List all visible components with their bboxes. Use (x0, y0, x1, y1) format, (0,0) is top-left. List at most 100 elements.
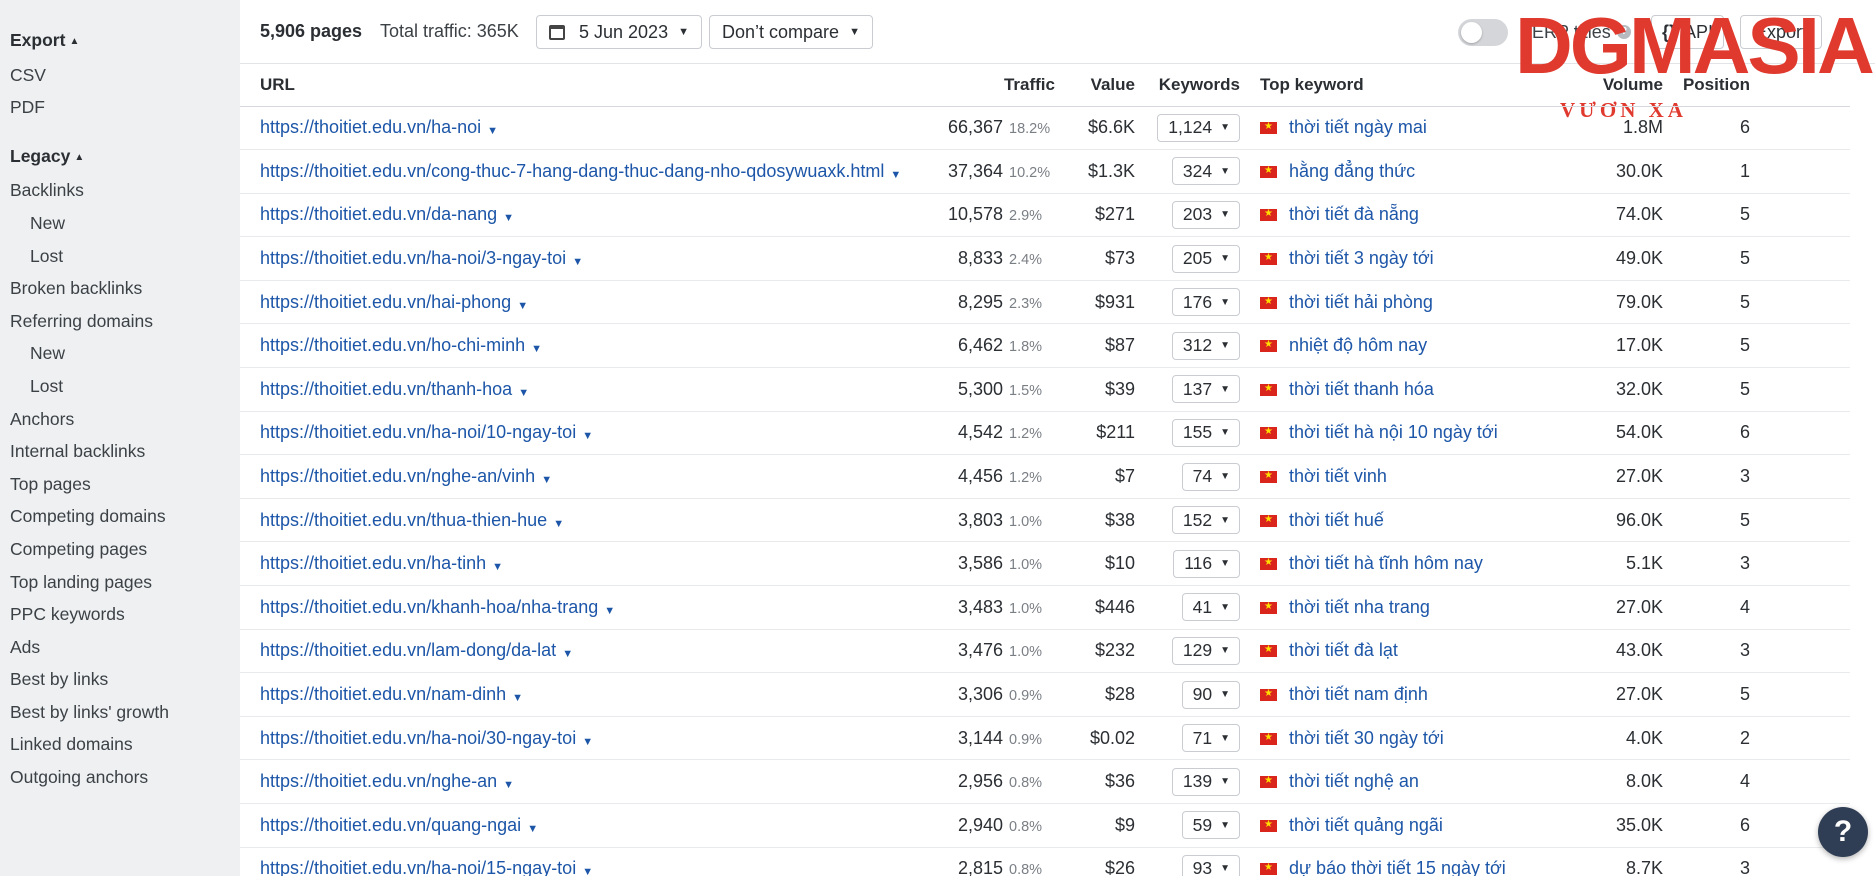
page-url-link[interactable]: https://thoitiet.edu.vn/quang-ngai (260, 815, 521, 835)
chevron-down-icon[interactable]: ▼ (517, 300, 528, 312)
page-url-link[interactable]: https://thoitiet.edu.vn/ha-noi/3-ngay-to… (260, 248, 566, 268)
chevron-down-icon[interactable]: ▼ (503, 779, 514, 791)
serp-titles-toggle[interactable] (1458, 19, 1508, 46)
page-url-link[interactable]: https://thoitiet.edu.vn/ha-noi/10-ngay-t… (260, 422, 576, 442)
sidebar-item-competing-domains[interactable]: Competing domains (0, 500, 240, 533)
top-keyword-link[interactable]: thời tiết hà tĩnh hôm nay (1289, 553, 1483, 573)
top-keyword-link[interactable]: thời tiết thanh hóa (1289, 379, 1434, 399)
sidebar-item-broken-backlinks[interactable]: Broken backlinks (0, 272, 240, 305)
top-keyword-link[interactable]: thời tiết đà nẵng (1289, 204, 1419, 224)
chevron-down-icon[interactable]: ▼ (582, 866, 593, 876)
top-keyword-link[interactable]: dự báo thời tiết 15 ngày tới (1289, 858, 1506, 876)
top-keyword-link[interactable]: thời tiết đà lạt (1289, 640, 1398, 660)
page-url-link[interactable]: https://thoitiet.edu.vn/nghe-an/vinh (260, 466, 535, 486)
chevron-down-icon[interactable]: ▼ (604, 605, 615, 617)
keywords-dropdown[interactable]: 137 ▼ (1171, 375, 1240, 404)
keywords-dropdown[interactable]: 139 ▼ (1171, 767, 1240, 796)
sidebar-item-top-landing-pages[interactable]: Top landing pages (0, 566, 240, 599)
export-section-header[interactable]: Export ▲ (0, 24, 240, 59)
chevron-down-icon[interactable]: ▼ (531, 343, 542, 355)
sidebar-item-best-by-links[interactable]: Best by links (0, 663, 240, 696)
chevron-down-icon[interactable]: ▼ (572, 256, 583, 268)
top-keyword-link[interactable]: thời tiết 3 ngày tới (1289, 248, 1434, 268)
top-keyword-link[interactable]: thời tiết ngày mai (1289, 117, 1427, 137)
chevron-down-icon[interactable]: ▼ (487, 125, 498, 137)
page-url-link[interactable]: https://thoitiet.edu.vn/ho-chi-minh (260, 335, 525, 355)
top-keyword-link[interactable]: nhiệt độ hôm nay (1289, 335, 1427, 355)
keywords-dropdown[interactable]: 1,124 ▼ (1157, 113, 1240, 142)
keywords-dropdown[interactable]: 41 ▼ (1181, 593, 1240, 622)
sidebar-item-best-by-links-growth[interactable]: Best by links' growth (0, 696, 240, 729)
sidebar-item-new[interactable]: New (0, 207, 240, 240)
chevron-down-icon[interactable]: ▼ (562, 648, 573, 660)
page-url-link[interactable]: https://thoitiet.edu.vn/ha-noi/15-ngay-t… (260, 858, 576, 876)
sidebar-item-referring-domains[interactable]: Referring domains (0, 305, 240, 338)
chevron-down-icon[interactable]: ▼ (512, 692, 523, 704)
keywords-dropdown[interactable]: 59 ▼ (1181, 811, 1240, 840)
col-header-traffic[interactable]: Traffic (920, 64, 1055, 107)
top-keyword-link[interactable]: thời tiết quảng ngãi (1289, 815, 1443, 835)
top-keyword-link[interactable]: thời tiết 30 ngày tới (1289, 728, 1444, 748)
col-header-top-keyword[interactable]: Top keyword (1240, 64, 1520, 107)
keywords-dropdown[interactable]: 116 ▼ (1173, 549, 1240, 578)
top-keyword-link[interactable]: thời tiết vinh (1289, 466, 1387, 486)
page-url-link[interactable]: https://thoitiet.edu.vn/nghe-an (260, 771, 497, 791)
top-keyword-link[interactable]: thời tiết hải phòng (1289, 292, 1433, 312)
chevron-down-icon[interactable]: ▼ (582, 430, 593, 442)
keywords-dropdown[interactable]: 71 ▼ (1181, 724, 1240, 753)
top-keyword-link[interactable]: hằng đẳng thức (1289, 161, 1415, 181)
page-url-link[interactable]: https://thoitiet.edu.vn/hai-phong (260, 292, 511, 312)
top-keyword-link[interactable]: thời tiết nha trang (1289, 597, 1430, 617)
keywords-dropdown[interactable]: 155 ▼ (1171, 418, 1240, 447)
keywords-dropdown[interactable]: 203 ▼ (1171, 200, 1240, 229)
page-url-link[interactable]: https://thoitiet.edu.vn/lam-dong/da-lat (260, 640, 556, 660)
keywords-dropdown[interactable]: 129 ▼ (1171, 636, 1240, 665)
top-keyword-link[interactable]: thời tiết nam định (1289, 684, 1428, 704)
keywords-dropdown[interactable]: 176 ▼ (1171, 288, 1240, 317)
sidebar-item-competing-pages[interactable]: Competing pages (0, 533, 240, 566)
keywords-dropdown[interactable]: 205 ▼ (1171, 244, 1240, 273)
chevron-down-icon[interactable]: ▼ (553, 518, 564, 530)
page-url-link[interactable]: https://thoitiet.edu.vn/ha-tinh (260, 553, 486, 573)
export-csv-link[interactable]: CSV (0, 59, 240, 92)
keywords-dropdown[interactable]: 152 ▼ (1171, 506, 1240, 535)
page-url-link[interactable]: https://thoitiet.edu.vn/thua-thien-hue (260, 510, 547, 530)
sidebar-item-new[interactable]: New (0, 337, 240, 370)
sidebar-item-lost[interactable]: Lost (0, 240, 240, 273)
sidebar-item-ads[interactable]: Ads (0, 631, 240, 664)
col-header-volume[interactable]: Volume (1520, 64, 1663, 107)
chevron-down-icon[interactable]: ▼ (890, 169, 901, 181)
sidebar-item-backlinks[interactable]: Backlinks (0, 174, 240, 207)
page-url-link[interactable]: https://thoitiet.edu.vn/khanh-hoa/nha-tr… (260, 597, 598, 617)
keywords-dropdown[interactable]: 324 ▼ (1171, 157, 1240, 186)
sidebar-item-top-pages[interactable]: Top pages (0, 468, 240, 501)
col-header-url[interactable]: URL (240, 64, 920, 107)
date-picker-button[interactable]: 5 Jun 2023 ▼ (536, 15, 702, 49)
page-url-link[interactable]: https://thoitiet.edu.vn/nam-dinh (260, 684, 506, 704)
top-keyword-link[interactable]: thời tiết nghệ an (1289, 771, 1419, 791)
sidebar-item-anchors[interactable]: Anchors (0, 403, 240, 436)
sidebar-item-linked-domains[interactable]: Linked domains (0, 728, 240, 761)
chevron-down-icon[interactable]: ▼ (518, 387, 529, 399)
legacy-section-header[interactable]: Legacy ▲ (0, 140, 240, 175)
top-keyword-link[interactable]: thời tiết hà nội 10 ngày tới (1289, 422, 1498, 442)
export-pdf-link[interactable]: PDF (0, 91, 240, 124)
keywords-dropdown[interactable]: 90 ▼ (1181, 680, 1240, 709)
col-header-position[interactable]: Position (1663, 64, 1750, 107)
page-url-link[interactable]: https://thoitiet.edu.vn/thanh-hoa (260, 379, 512, 399)
chevron-down-icon[interactable]: ▼ (582, 736, 593, 748)
sidebar-item-internal-backlinks[interactable]: Internal backlinks (0, 435, 240, 468)
chevron-down-icon[interactable]: ▼ (492, 561, 503, 573)
keywords-dropdown[interactable]: 93 ▼ (1181, 854, 1240, 876)
chevron-down-icon[interactable]: ▼ (541, 474, 552, 486)
page-url-link[interactable]: https://thoitiet.edu.vn/ha-noi/30-ngay-t… (260, 728, 576, 748)
sidebar-item-outgoing-anchors[interactable]: Outgoing anchors (0, 761, 240, 794)
page-url-link[interactable]: https://thoitiet.edu.vn/cong-thuc-7-hang… (260, 161, 884, 181)
sidebar-item-lost[interactable]: Lost (0, 370, 240, 403)
chevron-down-icon[interactable]: ▼ (503, 212, 514, 224)
compare-dropdown[interactable]: Don’t compare ▼ (709, 15, 873, 49)
keywords-dropdown[interactable]: 74 ▼ (1181, 462, 1240, 491)
col-header-value[interactable]: Value (1055, 64, 1135, 107)
col-header-keywords[interactable]: Keywords (1135, 64, 1240, 107)
chevron-down-icon[interactable]: ▼ (527, 823, 538, 835)
